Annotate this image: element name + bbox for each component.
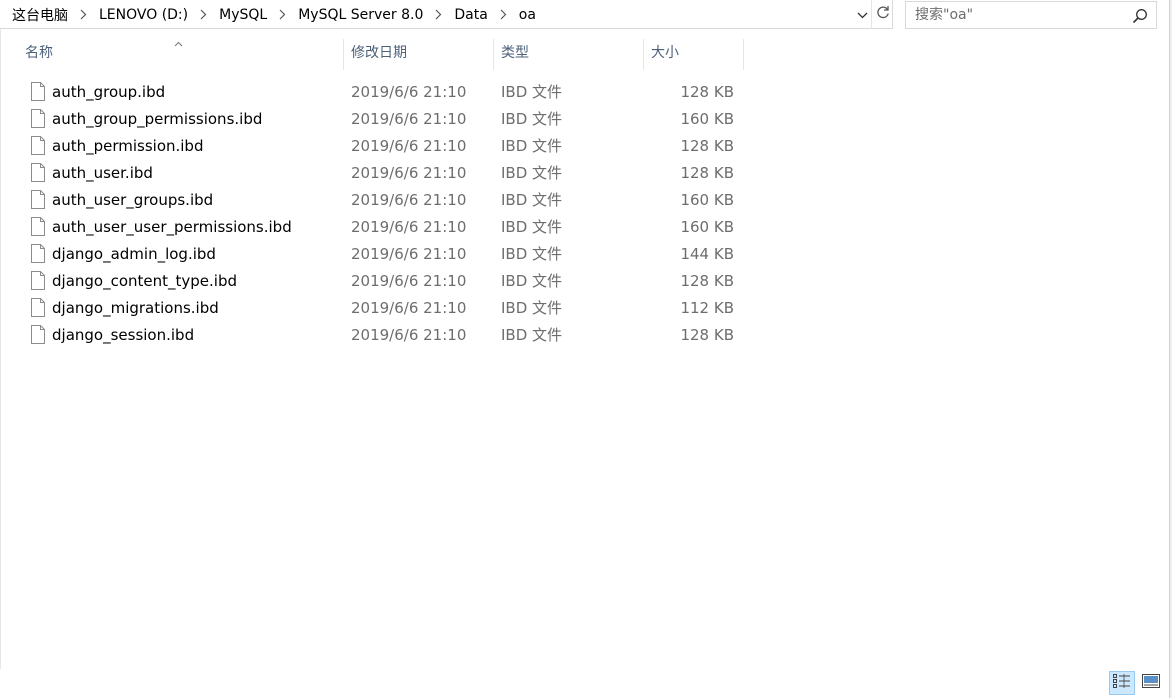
file-type: IBD 文件: [501, 272, 563, 290]
file-size: 128 KB: [680, 326, 734, 344]
file-icon: [30, 271, 46, 290]
status-bar: [0, 669, 1169, 698]
file-modified-date: 2019/6/6 21:10: [351, 326, 467, 344]
file-name: django_admin_log.ibd: [52, 245, 216, 263]
file-icon: [30, 82, 46, 101]
file-name: auth_group.ibd: [52, 83, 166, 101]
chevron-right-icon[interactable]: [268, 7, 297, 23]
search-icon[interactable]: [1132, 8, 1148, 24]
large-icons-view-icon: [1142, 674, 1160, 692]
file-size: 160 KB: [680, 218, 734, 236]
file-list: auth_group.ibd 2019/6/6 21:10 IBD 文件 128…: [0, 79, 744, 349]
file-size: 128 KB: [680, 83, 734, 101]
breadcrumb-item-data[interactable]: Data: [453, 7, 488, 23]
file-row[interactable]: auth_group_permissions.ibd 2019/6/6 21:1…: [0, 106, 744, 133]
column-header-size[interactable]: 大小: [644, 37, 743, 70]
search-input[interactable]: [906, 2, 1128, 28]
file-modified-date: 2019/6/6 21:10: [351, 218, 467, 236]
refresh-icon: [876, 5, 890, 24]
breadcrumb-item-mysql[interactable]: MySQL: [218, 7, 268, 23]
chevron-right-icon[interactable]: [189, 7, 218, 23]
file-explorer-window: 这台电脑 LENOVO (D:) MySQL MySQL Server 8.0 …: [0, 0, 1172, 698]
breadcrumb-item-drive[interactable]: LENOVO (D:): [98, 7, 189, 23]
file-modified-date: 2019/6/6 21:10: [351, 164, 467, 182]
chevron-right-icon[interactable]: [424, 7, 453, 23]
file-size: 128 KB: [680, 164, 734, 182]
file-type: IBD 文件: [501, 110, 563, 128]
file-icon: [30, 217, 46, 236]
file-row[interactable]: django_session.ibd 2019/6/6 21:10 IBD 文件…: [0, 322, 744, 349]
refresh-button[interactable]: [871, 0, 893, 29]
file-row[interactable]: auth_group.ibd 2019/6/6 21:10 IBD 文件 128…: [0, 79, 744, 106]
file-modified-date: 2019/6/6 21:10: [351, 272, 467, 290]
file-row[interactable]: auth_permission.ibd 2019/6/6 21:10 IBD 文…: [0, 133, 744, 160]
file-name: auth_group_permissions.ibd: [52, 110, 263, 128]
file-size: 144 KB: [680, 245, 734, 263]
breadcrumb-item-this-pc[interactable]: 这台电脑: [11, 5, 69, 25]
file-size: 128 KB: [680, 272, 734, 290]
breadcrumb-item-oa[interactable]: oa: [518, 7, 537, 23]
column-header-name[interactable]: 名称: [18, 37, 343, 70]
file-icon: [30, 136, 46, 155]
file-size: 128 KB: [680, 137, 734, 155]
file-icon: [30, 163, 46, 182]
details-view-icon: [1113, 674, 1131, 692]
file-type: IBD 文件: [501, 137, 563, 155]
details-view-button[interactable]: [1109, 671, 1135, 695]
column-header-date[interactable]: 修改日期: [344, 37, 493, 70]
column-header-row: 名称 修改日期 类型 大小: [0, 37, 744, 70]
file-type: IBD 文件: [501, 218, 563, 236]
file-icon: [30, 190, 46, 209]
file-row[interactable]: auth_user.ibd 2019/6/6 21:10 IBD 文件 128 …: [0, 160, 744, 187]
file-name: auth_permission.ibd: [52, 137, 204, 155]
file-type: IBD 文件: [501, 164, 563, 182]
file-size: 160 KB: [680, 110, 734, 128]
file-modified-date: 2019/6/6 21:10: [351, 83, 467, 101]
file-icon: [30, 325, 46, 344]
file-name: auth_user_groups.ibd: [52, 191, 214, 209]
file-row[interactable]: auth_user_groups.ibd 2019/6/6 21:10 IBD …: [0, 187, 744, 214]
file-modified-date: 2019/6/6 21:10: [351, 137, 467, 155]
file-type: IBD 文件: [501, 245, 563, 263]
file-name: auth_user_user_permissions.ibd: [52, 218, 292, 236]
address-history-dropdown[interactable]: [853, 0, 871, 29]
column-divider[interactable]: [743, 39, 744, 70]
file-row[interactable]: django_content_type.ibd 2019/6/6 21:10 I…: [0, 268, 744, 295]
file-modified-date: 2019/6/6 21:10: [351, 110, 467, 128]
file-icon: [30, 109, 46, 128]
chevron-right-icon[interactable]: [69, 7, 98, 23]
search-box: [905, 1, 1157, 29]
large-icons-view-button[interactable]: [1138, 671, 1164, 695]
breadcrumb: 这台电脑 LENOVO (D:) MySQL MySQL Server 8.0 …: [11, 0, 537, 29]
address-bar[interactable]: 这台电脑 LENOVO (D:) MySQL MySQL Server 8.0 …: [0, 0, 893, 29]
file-name: django_session.ibd: [52, 326, 195, 344]
file-modified-date: 2019/6/6 21:10: [351, 245, 467, 263]
column-header-type[interactable]: 类型: [494, 37, 643, 70]
file-size: 160 KB: [680, 191, 734, 209]
file-type: IBD 文件: [501, 326, 563, 344]
file-type: IBD 文件: [501, 83, 563, 101]
file-name: django_migrations.ibd: [52, 299, 219, 317]
file-icon: [30, 244, 46, 263]
file-row[interactable]: django_admin_log.ibd 2019/6/6 21:10 IBD …: [0, 241, 744, 268]
file-modified-date: 2019/6/6 21:10: [351, 191, 467, 209]
file-type: IBD 文件: [501, 299, 563, 317]
file-modified-date: 2019/6/6 21:10: [351, 299, 467, 317]
file-name: django_content_type.ibd: [52, 272, 238, 290]
file-row[interactable]: auth_user_user_permissions.ibd 2019/6/6 …: [0, 214, 744, 241]
file-size: 112 KB: [680, 299, 734, 317]
chevron-down-icon: [857, 7, 868, 23]
chevron-right-icon[interactable]: [489, 7, 518, 23]
file-type: IBD 文件: [501, 191, 563, 209]
file-row[interactable]: django_migrations.ibd 2019/6/6 21:10 IBD…: [0, 295, 744, 322]
file-icon: [30, 298, 46, 317]
file-name: auth_user.ibd: [52, 164, 153, 182]
breadcrumb-item-mysql-server[interactable]: MySQL Server 8.0: [297, 7, 424, 23]
